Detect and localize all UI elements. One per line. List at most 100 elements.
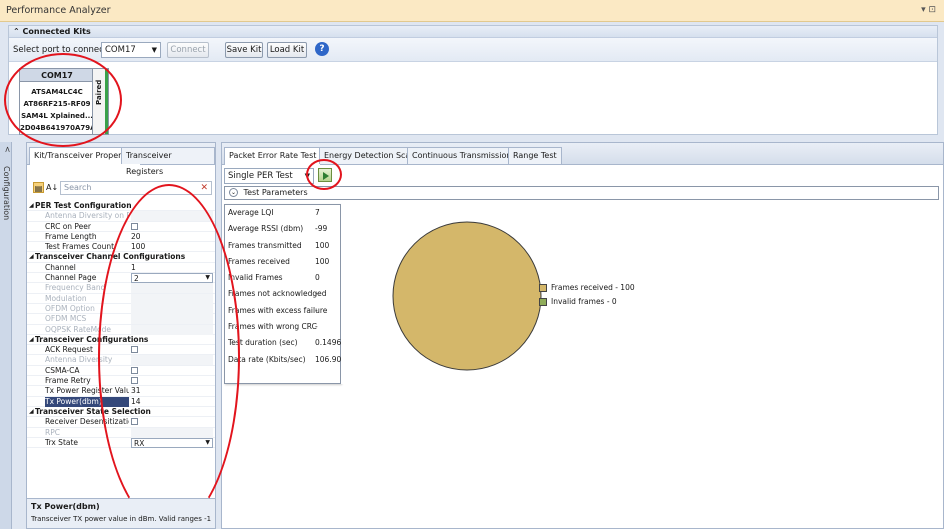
- kit-mcu: ATSAM4LC4C: [31, 88, 83, 96]
- property-checkbox[interactable]: [131, 418, 138, 426]
- play-icon[interactable]: [318, 168, 332, 182]
- property-value-checkbox[interactable]: [131, 417, 213, 427]
- test-parameters-label: Test Parameters: [243, 188, 308, 197]
- connected-kits-header[interactable]: ⌃ Connected Kits: [9, 26, 937, 38]
- port-select-value: COM17: [105, 45, 136, 55]
- result-key: Data rate (Kbits/sec): [228, 354, 306, 364]
- property-name: CRC on Peer: [45, 221, 91, 231]
- property-row: Antenna Diversity: [27, 355, 215, 366]
- property-name: Transceiver Channel Configurations: [35, 252, 186, 262]
- test-mode-value: Single PER Test: [228, 171, 293, 181]
- property-value: [131, 211, 213, 222]
- kits-toolbar: Select port to connect : COM17 ▼ Connect…: [9, 38, 937, 62]
- property-category[interactable]: ◢ PER Test Configuration: [27, 201, 215, 212]
- collapse-triangle-icon[interactable]: ◢: [29, 407, 34, 417]
- result-value: 100: [315, 256, 330, 266]
- collapse-left-icon[interactable]: <: [3, 146, 12, 153]
- property-name: Receiver Desensitization: [45, 417, 129, 427]
- test-parameters-header[interactable]: ⌄ Test Parameters: [224, 186, 939, 200]
- property-help-description: Transceiver TX power value in dBm. Valid…: [31, 515, 211, 523]
- property-name: Transceiver Configurations: [35, 334, 149, 344]
- pie-slice: [392, 221, 542, 371]
- properties-tabbar: Kit/Transceiver Properties Transceiver R…: [27, 143, 215, 176]
- load-kit-button[interactable]: Load Kit: [267, 42, 307, 58]
- property-value[interactable]: RX ▼: [131, 437, 213, 448]
- property-category[interactable]: ◢ Transceiver State Selection: [27, 406, 215, 418]
- tab-continuous-transmission[interactable]: Continuous Transmission: [407, 147, 517, 164]
- property-row[interactable]: ACK Request: [27, 345, 215, 356]
- property-value[interactable]: 100: [131, 242, 213, 252]
- result-value: -: [315, 289, 318, 299]
- property-value-checkbox[interactable]: [131, 222, 213, 232]
- clear-search-icon[interactable]: ✕: [200, 182, 208, 194]
- property-row[interactable]: Trx State RX ▼: [27, 437, 215, 449]
- kit-card[interactable]: COM17 ATSAM4LC4C AT86RF215-RF09 SAM4L Xp…: [19, 68, 109, 135]
- categorized-sort-icon[interactable]: ▤: [33, 182, 44, 193]
- property-value: [131, 324, 213, 335]
- result-key: Frames with excess failure: [228, 305, 328, 315]
- collapse-triangle-icon[interactable]: ◢: [29, 252, 34, 262]
- pin-icon[interactable]: ▾ ⊡: [921, 5, 936, 15]
- collapse-triangle-icon[interactable]: ◢: [29, 201, 34, 211]
- help-icon[interactable]: ?: [315, 42, 329, 56]
- property-name: Frame Length: [45, 231, 97, 241]
- property-row[interactable]: CRC on Peer: [27, 222, 215, 232]
- property-value[interactable]: 2 ▼: [131, 273, 213, 284]
- test-mode-select[interactable]: Single PER Test ▼: [224, 168, 314, 184]
- property-value[interactable]: 14: [131, 397, 213, 407]
- property-checkbox[interactable]: [131, 366, 138, 374]
- property-row[interactable]: Frame Retry: [27, 376, 215, 387]
- property-name: Modulation: [45, 293, 87, 303]
- property-row[interactable]: Test Frames Count 100: [27, 242, 215, 253]
- property-checkbox[interactable]: [131, 346, 138, 354]
- property-name: Frame Retry: [45, 376, 91, 386]
- property-row: Antenna Diversity on Peer: [27, 211, 215, 222]
- property-dropdown[interactable]: RX ▼: [131, 437, 213, 448]
- property-row[interactable]: Tx Power(dbm) 14: [27, 396, 215, 407]
- legend-label: Frames received - 100: [551, 283, 635, 292]
- property-row: OFDM Option: [27, 303, 215, 315]
- alphabetical-sort-icon[interactable]: A↓: [46, 182, 58, 193]
- save-kit-button[interactable]: Save Kit: [225, 42, 263, 58]
- property-dropdown[interactable]: 2 ▼: [131, 273, 213, 284]
- tab-transceiver-registers[interactable]: Transceiver Registers: [121, 147, 215, 176]
- property-value[interactable]: 20: [131, 232, 213, 242]
- connect-button[interactable]: Connect: [167, 42, 209, 58]
- result-value: 0: [315, 273, 320, 283]
- property-value[interactable]: 1: [131, 263, 213, 273]
- kit-board: SAM4L Xplained...: [21, 112, 93, 120]
- collapse-icon[interactable]: ⌃: [13, 27, 20, 36]
- result-row: Data rate (Kbits/sec) 106.909: [225, 352, 346, 368]
- property-category[interactable]: ◢ Transceiver Channel Configurations: [27, 252, 215, 263]
- property-row: OFDM MCS: [27, 314, 215, 325]
- property-value[interactable]: 31: [131, 386, 213, 396]
- property-checkbox[interactable]: [131, 377, 138, 385]
- result-key: Invalid Frames: [228, 273, 283, 283]
- result-key: Test duration (sec): [228, 338, 298, 348]
- tab-energy-detection-scan[interactable]: Energy Detection Scan: [319, 147, 421, 164]
- property-row[interactable]: Receiver Desensitization: [27, 417, 215, 428]
- property-value-checkbox[interactable]: [131, 345, 213, 355]
- tab-range-test[interactable]: Range Test: [508, 147, 562, 164]
- property-category[interactable]: ◢ Transceiver Configurations: [27, 334, 215, 346]
- search-placeholder: Search: [64, 183, 92, 192]
- property-row[interactable]: Tx Power Register Value 31: [27, 386, 215, 397]
- property-row[interactable]: Channel Page 2 ▼: [27, 273, 215, 284]
- collapse-triangle-icon[interactable]: ◢: [29, 335, 34, 345]
- property-value-checkbox[interactable]: [131, 376, 213, 386]
- search-input[interactable]: Search ✕: [60, 181, 212, 195]
- property-value-checkbox[interactable]: [131, 366, 213, 376]
- configuration-sidebar[interactable]: < Configuration: [0, 142, 12, 529]
- property-name: RPC: [45, 427, 60, 437]
- expand-icon[interactable]: ⌄: [229, 188, 238, 197]
- property-checkbox[interactable]: [131, 222, 138, 230]
- tab-packet-error-rate-test[interactable]: Packet Error Rate Test: [224, 147, 322, 165]
- property-row[interactable]: CSMA-CA: [27, 366, 215, 377]
- property-row[interactable]: Channel 1: [27, 263, 215, 274]
- legend-swatch: [539, 298, 547, 306]
- result-value: -99: [315, 224, 328, 234]
- property-value: [131, 303, 213, 314]
- port-select[interactable]: COM17 ▼: [101, 42, 161, 58]
- property-name: Transceiver State Selection: [35, 406, 151, 416]
- property-row[interactable]: Frame Length 20: [27, 231, 215, 243]
